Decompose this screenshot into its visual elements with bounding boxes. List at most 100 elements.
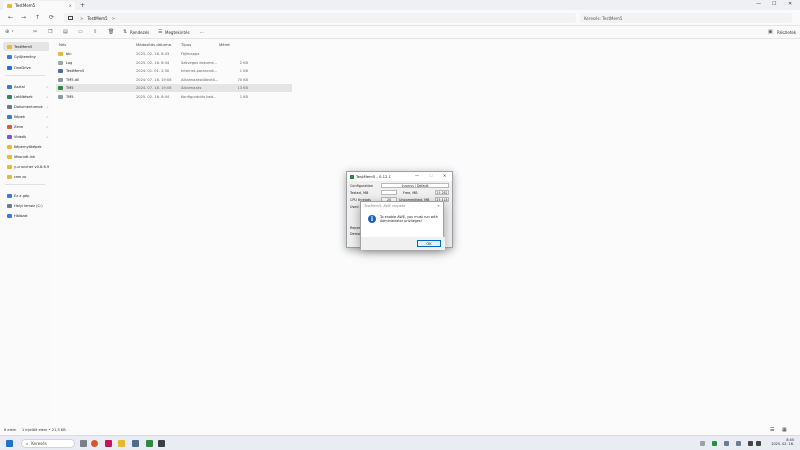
sidebar-item[interactable]: Asztal ⊸ <box>3 82 49 91</box>
sort-icon[interactable]: ⇅ <box>123 29 127 35</box>
file-name: bin <box>66 52 72 56</box>
details-pane-button[interactable]: Részletek <box>777 30 796 35</box>
breadcrumb-segment[interactable]: TestMem5 <box>87 16 107 21</box>
close-icon[interactable]: ✕ <box>437 204 440 208</box>
column-header-size[interactable]: Méret <box>219 42 230 47</box>
sidebar-item[interactable]: Videók ⊸ <box>3 132 49 141</box>
minimize-button[interactable]: — <box>756 1 761 7</box>
sidebar-item[interactable]: Képernyőképek <box>3 142 49 151</box>
refresh-icon[interactable]: ⟳ <box>49 14 54 21</box>
sidebar-item[interactable]: ›Ez a gép <box>3 191 49 200</box>
text-file-icon <box>58 60 63 65</box>
rename-icon[interactable]: ▭ <box>78 29 83 35</box>
maximize-button[interactable]: ☐ <box>429 173 433 178</box>
folder-icon <box>7 164 12 169</box>
up-arrow-icon[interactable]: ↑ <box>35 14 40 21</box>
testmem5-title: TestMem5 - 0.12.1 <box>356 174 392 179</box>
sidebar-item[interactable]: TestMem5 <box>3 42 49 51</box>
sidebar-divider <box>5 184 45 185</box>
network-icon[interactable] <box>748 441 753 446</box>
cut-icon[interactable]: ✂ <box>33 29 37 35</box>
sidebar-item[interactable]: Letöltések ⊸ <box>3 92 49 101</box>
sidebar-item[interactable]: Képek ⊸ <box>3 112 49 121</box>
file-row[interactable]: TM5 2024. 07. 18. 19:08 Alkalmazás 13 KB <box>56 84 292 93</box>
config-field[interactable]: 1usmus / Default <box>381 183 449 188</box>
dll-icon <box>58 77 63 82</box>
sidebar-item[interactable]: ›OneDrive <box>3 63 49 72</box>
music-icon <box>7 124 12 129</box>
view-icon[interactable]: ☰ <box>158 29 162 35</box>
sidebar-item-label: Asztal <box>14 84 25 89</box>
tray-icon[interactable] <box>712 441 717 446</box>
testmem5-taskbar-icon[interactable] <box>146 440 153 447</box>
minimize-button[interactable]: — <box>415 173 419 178</box>
sidebar-item[interactable]: lékorvát.lnk <box>3 152 49 161</box>
taskbar: ⌕ Keresés 8:45 2025. 02. 16. <box>0 435 800 450</box>
column-header-modified[interactable]: Módosítás dátuma <box>136 42 171 47</box>
tiles-view-icon[interactable]: ▦ <box>782 427 787 433</box>
file-row[interactable]: bin 2025. 02. 16. 8:43 Fájlmappa <box>56 50 292 58</box>
task-view-icon[interactable] <box>80 440 87 447</box>
more-button[interactable]: ··· <box>200 30 204 35</box>
sidebar-item[interactable]: Gyűjtemény <box>3 52 49 61</box>
close-button[interactable]: ✕ <box>443 173 446 178</box>
volume-icon[interactable] <box>756 441 761 446</box>
tab-close-icon[interactable]: × <box>69 3 72 8</box>
sidebar-item[interactable]: ›Hálózat <box>3 211 49 220</box>
file-name: TM5.dll <box>66 77 80 82</box>
maximize-button[interactable]: ☐ <box>772 1 776 7</box>
file-row[interactable]: TM5 2025. 02. 16. 8:44 Konfigurációs beá..… <box>56 93 292 101</box>
taskbar-search[interactable]: ⌕ Keresés <box>21 439 75 448</box>
delete-icon[interactable]: 🗑 <box>108 29 114 35</box>
details-view-icon[interactable]: ☰ <box>770 427 774 433</box>
tested-field <box>381 190 397 195</box>
search-placeholder: Keresés: TestMem5 <box>584 15 623 21</box>
tray-icon[interactable] <box>736 441 741 446</box>
share-icon[interactable]: ⇪ <box>93 29 97 35</box>
details-pane-icon[interactable]: ▣ <box>768 29 773 35</box>
back-arrow-icon[interactable]: ← <box>8 14 13 21</box>
taskbar-search-label: Keresés <box>31 441 47 446</box>
forward-arrow-icon[interactable]: → <box>21 14 26 21</box>
browser-icon[interactable] <box>91 440 98 447</box>
chevron-up-icon[interactable] <box>700 441 705 446</box>
gallery-icon <box>7 54 12 59</box>
start-icon[interactable] <box>6 440 13 447</box>
file-modified: 2025. 02. 16. 8:44 <box>136 60 170 65</box>
breadcrumb[interactable]: > TestMem5 > <box>64 13 576 23</box>
pictures-icon <box>7 114 12 119</box>
column-header-type[interactable]: Típus <box>181 42 191 47</box>
new-tab-button[interactable]: + <box>80 2 85 9</box>
tab-testmem5[interactable]: TestMem5 × <box>3 1 75 10</box>
sort-button[interactable]: Rendezés <box>130 30 149 35</box>
sidebar-item[interactable]: ›Helyi lemez (C:) <box>3 201 49 210</box>
search-input[interactable]: Keresés: TestMem5 <box>580 13 792 23</box>
sidebar-item[interactable]: ram oc <box>3 172 49 181</box>
address-bar: ← → ↑ ⟳ > TestMem5 > Keresés: TestMem5 <box>0 10 800 26</box>
column-header-name[interactable]: Név <box>59 42 66 47</box>
file-row[interactable]: TM5.dll 2024. 07. 18. 19:08 Alkalmazásbőbv… <box>56 76 292 84</box>
sidebar-item[interactable]: Zene ⊸ <box>3 122 49 131</box>
paste-icon[interactable]: ▤ <box>63 29 68 35</box>
file-row[interactable]: TestMem5 2024. 01. 01. 2:30 Internet-paran… <box>56 67 292 75</box>
file-explorer-icon[interactable] <box>118 440 125 447</box>
copy-icon[interactable]: ❐ <box>48 29 52 35</box>
new-icon[interactable]: ⊕ <box>5 29 9 35</box>
file-size: 1 KB <box>239 95 248 99</box>
tab-label: TestMem5 <box>15 3 36 8</box>
terminal-icon[interactable] <box>158 440 165 447</box>
tray-icon[interactable] <box>724 441 729 446</box>
folder-icon <box>7 3 12 8</box>
ok-button[interactable]: OK <box>417 240 441 247</box>
chevron-down-icon[interactable]: ▾ <box>12 29 14 33</box>
sidebar-item[interactable]: Dokumentumok ⊸ <box>3 102 49 111</box>
app-icon[interactable] <box>105 440 112 447</box>
app-icon[interactable] <box>132 440 139 447</box>
file-type: Alkalmazásbőbvítő... <box>181 77 219 82</box>
close-button[interactable]: ✕ <box>788 1 792 7</box>
clock[interactable]: 8:45 2025. 02. 16. <box>770 438 794 446</box>
view-button[interactable]: Megtekintés <box>165 30 190 35</box>
sidebar-item[interactable]: y-cruncher v0.8.6.9 <box>3 162 49 171</box>
free-field: 25 282 <box>435 190 449 195</box>
file-row[interactable]: Log 2025. 02. 16. 8:44 Szöveges dokume... 2… <box>56 59 292 67</box>
